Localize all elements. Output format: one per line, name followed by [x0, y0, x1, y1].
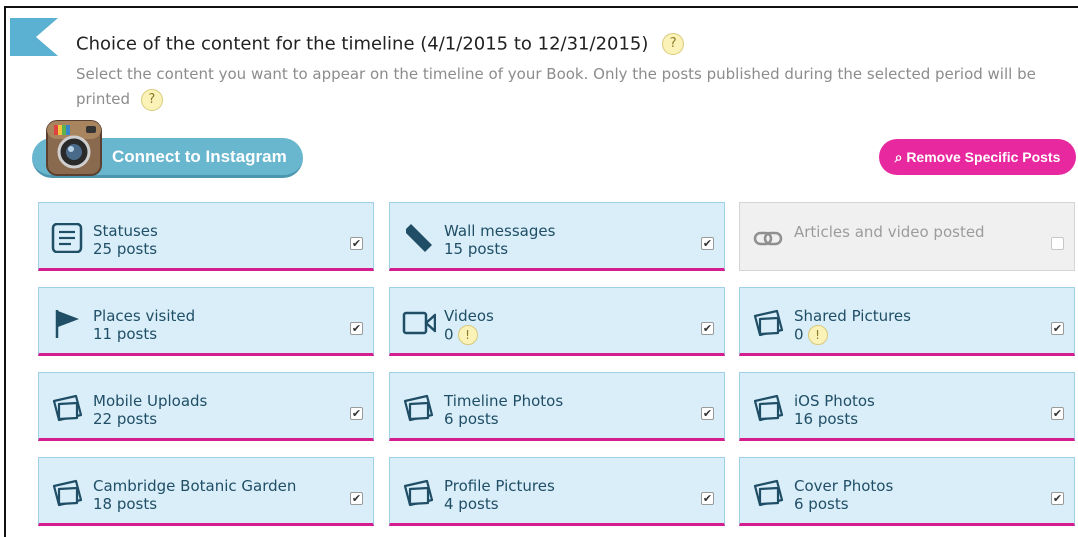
card-checkbox[interactable]: ✔ — [350, 322, 363, 335]
remove-specific-posts-label: ⌕ Remove Specific Posts — [894, 149, 1061, 165]
card-count: 16 posts — [794, 410, 859, 428]
card-label: Shared Pictures — [794, 307, 911, 325]
content-card-cover-photos[interactable]: Cover Photos 6 posts ✔ — [739, 457, 1075, 526]
card-count: 22 posts — [93, 410, 158, 428]
pencil-icon — [406, 224, 432, 252]
card-count: 0! — [444, 325, 478, 345]
section-title-text: Choice of the content for the timeline (… — [76, 33, 649, 55]
card-checkbox[interactable]: ✔ — [701, 322, 714, 335]
card-label: iOS Photos — [794, 392, 875, 410]
video-camera-icon — [402, 311, 436, 335]
card-label: Profile Pictures — [444, 477, 555, 495]
card-checkbox[interactable]: ✔ — [1051, 322, 1064, 335]
link-icon — [753, 231, 783, 246]
content-card-statuses[interactable]: Statuses 25 posts ✔ — [38, 202, 374, 271]
photo-album-icon — [52, 394, 83, 422]
card-label: Wall messages — [444, 222, 556, 240]
card-label: Cambridge Botanic Garden — [93, 477, 297, 495]
content-card-wall-messages[interactable]: Wall messages 15 posts ✔ — [389, 202, 725, 271]
content-card-ios-photos[interactable]: iOS Photos 16 posts ✔ — [739, 372, 1075, 441]
card-count: 4 posts — [444, 495, 499, 513]
content-card-timeline-photos[interactable]: Timeline Photos 6 posts ✔ — [389, 372, 725, 441]
card-checkbox[interactable]: ✔ — [350, 492, 363, 505]
card-count: 6 posts — [794, 495, 849, 513]
ribbon-flag-icon — [10, 18, 58, 56]
card-checkbox[interactable]: ✔ — [350, 237, 363, 250]
card-checkbox[interactable]: ✔ — [701, 492, 714, 505]
photo-album-icon — [403, 394, 434, 422]
card-count-value: 0 — [444, 325, 454, 344]
card-label: Videos — [444, 307, 494, 325]
card-count: 6 posts — [444, 410, 499, 428]
content-card-mobile-uploads[interactable]: Mobile Uploads 22 posts ✔ — [38, 372, 374, 441]
remove-specific-posts-button[interactable]: ⌕ Remove Specific Posts — [879, 139, 1076, 175]
photo-album-icon — [753, 479, 784, 507]
warning-icon[interactable]: ! — [807, 325, 828, 345]
photo-album-icon — [753, 309, 784, 337]
content-card-videos[interactable]: Videos 0! ✔ — [389, 287, 725, 356]
content-card-places-visited[interactable]: Places visited 11 posts ✔ — [38, 287, 374, 356]
warning-icon[interactable]: ! — [457, 325, 478, 345]
instagram-logo-icon — [46, 120, 102, 176]
connect-instagram-label: Connect to Instagram — [112, 147, 287, 166]
card-checkbox[interactable]: ✔ — [1051, 407, 1064, 420]
card-label: Cover Photos — [794, 477, 894, 495]
card-checkbox[interactable]: ✔ — [701, 237, 714, 250]
content-card-profile-pictures[interactable]: Profile Pictures 4 posts ✔ — [389, 457, 725, 526]
card-count: 0! — [794, 325, 828, 345]
card-label: Articles and video posted — [794, 223, 985, 241]
content-card-shared-pictures[interactable]: Shared Pictures 0! ✔ — [739, 287, 1075, 356]
section-description: Select the content you want to appear on… — [76, 62, 1076, 112]
card-label: Statuses — [93, 222, 158, 240]
description-help-icon[interactable]: ? — [140, 88, 163, 111]
card-count: 25 posts — [93, 240, 158, 258]
card-count: 18 posts — [93, 495, 158, 513]
section-description-text: Select the content you want to appear on… — [76, 65, 1036, 108]
section-title: Choice of the content for the timeline (… — [76, 33, 685, 55]
card-label: Timeline Photos — [444, 392, 564, 410]
card-count-value: 0 — [794, 325, 804, 344]
card-label: Places visited — [93, 307, 196, 325]
card-count: 15 posts — [444, 240, 509, 258]
content-card-cambridge-botanic-garden[interactable]: Cambridge Botanic Garden 18 posts ✔ — [38, 457, 374, 526]
card-checkbox[interactable]: ✔ — [701, 407, 714, 420]
card-checkbox[interactable] — [1051, 237, 1064, 250]
card-checkbox[interactable]: ✔ — [1051, 492, 1064, 505]
card-count: 11 posts — [93, 325, 158, 343]
card-label: Mobile Uploads — [93, 392, 208, 410]
photo-album-icon — [52, 479, 83, 507]
title-help-icon[interactable]: ? — [662, 33, 685, 55]
photo-album-icon — [753, 394, 784, 422]
photo-album-icon — [403, 479, 434, 507]
card-checkbox[interactable]: ✔ — [350, 407, 363, 420]
status-icon — [51, 223, 83, 253]
flag-icon — [55, 310, 79, 338]
content-card-articles-video[interactable]: Articles and video posted — [739, 202, 1075, 271]
